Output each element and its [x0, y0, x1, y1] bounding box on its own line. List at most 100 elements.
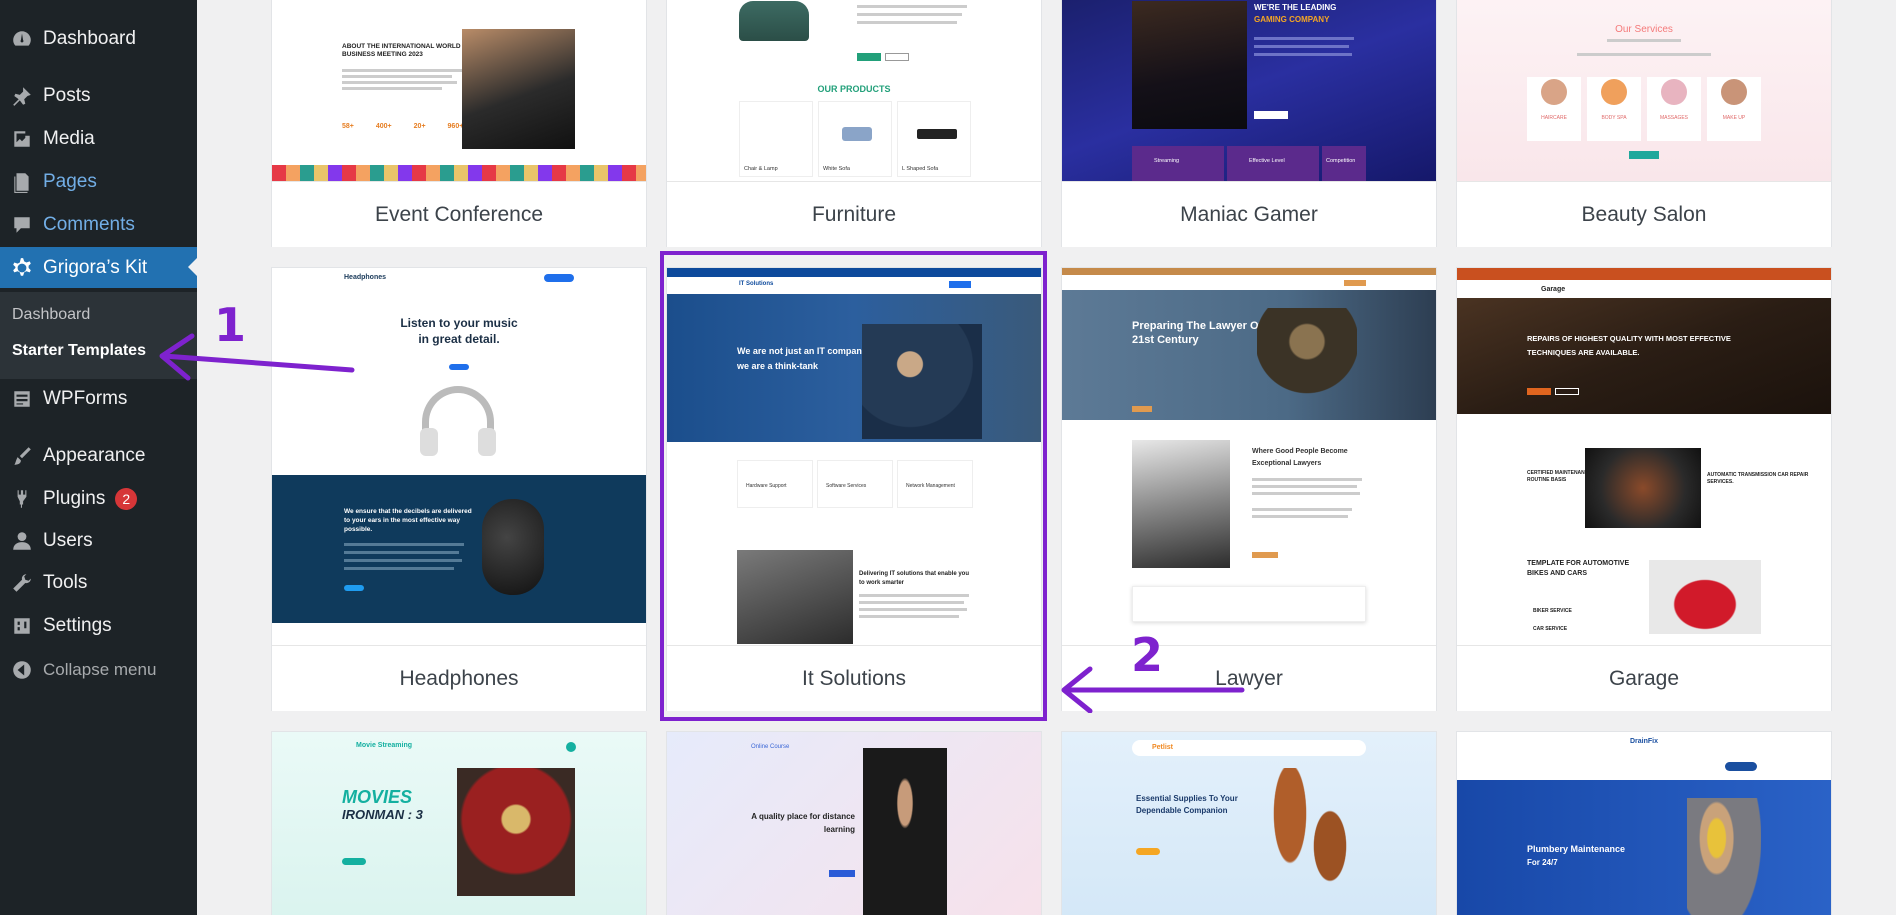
hero-banner: Plumbery Maintenance For 24/7: [1457, 780, 1831, 915]
preview-heading: Dependable Companion: [1136, 806, 1228, 815]
menu-plugins[interactable]: Plugins 2: [0, 479, 197, 519]
pages-icon: [9, 171, 35, 193]
car-photo: [1649, 560, 1761, 634]
template-preview: Movie Streaming MOVIES IRONMAN : 3: [272, 732, 646, 915]
student-photo: [863, 748, 947, 915]
template-preview: DrainFix Plumbery Maintenance For 24/7: [1457, 732, 1831, 915]
submenu-dashboard[interactable]: Dashboard: [12, 306, 90, 324]
menu-grigoras-kit[interactable]: Grigora’s Kit: [0, 247, 197, 288]
preview-heading: GAMING COMPANY: [1254, 15, 1330, 24]
service-title: AUTOMATIC TRANSMISSION CAR REPAIR SERVIC…: [1707, 472, 1809, 485]
selection-highlight: [660, 251, 1047, 721]
template-preview: Petlist Essential Supplies To Your Depen…: [1062, 732, 1436, 915]
headphones-image: [482, 499, 544, 595]
template-title: Furniture: [667, 181, 1041, 247]
product-card: Chair & Lamp: [739, 101, 813, 177]
menu-label: Dashboard: [43, 28, 136, 49]
preview-brand: Garage: [1541, 286, 1566, 293]
template-title: Headphones: [272, 645, 646, 711]
preview-heading: ABOUT THE INTERNATIONAL WORLD IT BUSINES…: [342, 43, 469, 58]
collapse-icon: [9, 659, 35, 681]
template-preview: Headphones Listen to your music in great…: [272, 268, 646, 644]
sofa-image: [739, 1, 809, 41]
preview-brand: Headphones: [344, 274, 387, 281]
menu-settings[interactable]: Settings: [0, 606, 197, 646]
menu-label: Comments: [43, 214, 135, 235]
preview-brand: Petlist: [1152, 744, 1174, 751]
feature-card: Effective Level: [1227, 146, 1319, 181]
media-icon: [9, 128, 35, 150]
preview-heading: 21st Century: [1132, 334, 1199, 346]
preview-heading: Essential Supplies To Your: [1136, 794, 1238, 803]
menu-comments[interactable]: Comments: [0, 205, 197, 245]
comment-icon: [9, 214, 35, 236]
menu-wpforms[interactable]: WPForms: [0, 379, 197, 419]
feature-card: Streaming: [1132, 146, 1224, 181]
menu-appearance[interactable]: Appearance: [0, 436, 197, 476]
feature-band: We ensure that the decibels are delivere…: [272, 475, 646, 623]
preview-heading: Exceptional Lawyers: [1252, 460, 1322, 467]
preview-stat: 400+: [375, 123, 392, 130]
template-card-beauty-salon[interactable]: Our Services HAIRCARE BODY SPA MASSAGES …: [1456, 0, 1832, 247]
update-count-badge: 2: [115, 488, 138, 510]
template-card-lawyer[interactable]: Preparing The Lawyer Of 21st Century Whe…: [1061, 267, 1437, 711]
menu-label: Collapse menu: [43, 660, 157, 679]
menu-media[interactable]: Media: [0, 119, 197, 159]
template-card-maniac-gamer[interactable]: WE'RE THE LEADING GAMING COMPANY Streami…: [1061, 0, 1437, 247]
template-card-furniture[interactable]: OUR PRODUCTS Chair & Lamp White Sofa L S…: [666, 0, 1042, 247]
template-card-petlist[interactable]: Petlist Essential Supplies To Your Depen…: [1061, 731, 1437, 915]
annotation-arrow-2: [1061, 666, 1245, 713]
menu-posts[interactable]: Posts: [0, 76, 197, 116]
preview-text: We ensure that the decibels are delivere…: [344, 508, 472, 533]
preview-heading: TEMPLATE FOR AUTOMOTIVE: [1527, 560, 1630, 567]
menu-label: Tools: [43, 572, 88, 593]
dog-photo: [1302, 806, 1358, 906]
product-card: L Shaped Sofa: [897, 101, 971, 177]
preview-brand: Online Course: [751, 744, 790, 750]
preview-heading: A quality place for distance: [751, 812, 855, 821]
feature-card: Competition: [1322, 146, 1366, 181]
menu-label: Pages: [43, 171, 97, 192]
template-title: Maniac Gamer: [1062, 181, 1436, 247]
menu-label: Plugins: [43, 488, 106, 509]
gear-icon: [9, 257, 35, 279]
preview-heading: OUR PRODUCTS: [817, 84, 891, 94]
template-preview: OUR PRODUCTS Chair & Lamp White Sofa L S…: [667, 0, 1041, 181]
starter-templates-grid: ABOUT THE INTERNATIONAL WORLD IT BUSINES…: [197, 0, 1896, 915]
template-card-movie-streaming[interactable]: Movie Streaming MOVIES IRONMAN : 3: [271, 731, 647, 915]
admin-sidebar: Dashboard Posts Media Pages Comments Gri…: [0, 0, 197, 915]
template-card-event-conference[interactable]: ABOUT THE INTERNATIONAL WORLD IT BUSINES…: [271, 0, 647, 247]
ironman-poster: [457, 768, 575, 896]
menu-label: Settings: [43, 615, 112, 636]
submenu-starter-templates[interactable]: Starter Templates: [12, 342, 146, 360]
template-title: Event Conference: [272, 181, 646, 247]
menu-label: Media: [43, 128, 95, 149]
template-card-garage[interactable]: Garage REPAIRS OF HIGHEST QUALITY WITH M…: [1456, 267, 1832, 711]
brush-icon: [9, 445, 35, 467]
menu-dashboard[interactable]: Dashboard: [0, 19, 197, 59]
lawyer-photo: [1132, 440, 1230, 568]
template-preview: Online Course A quality place for distan…: [667, 732, 1041, 915]
preview-heading: Plumbery Maintenance: [1527, 844, 1626, 854]
template-card-online-course[interactable]: Online Course A quality place for distan…: [666, 731, 1042, 915]
menu-tools[interactable]: Tools: [0, 563, 197, 603]
template-card-drainfix[interactable]: DrainFix Plumbery Maintenance For 24/7: [1456, 731, 1832, 915]
preview-heading: Listen to your music: [400, 316, 518, 330]
preview-heading: BIKES AND CARS: [1527, 570, 1588, 577]
menu-label: Users: [43, 530, 93, 551]
preview-heading: MOVIES: [342, 787, 413, 807]
template-title: Garage: [1457, 645, 1831, 711]
features-strip: [1132, 586, 1366, 622]
preview-heading: learning: [823, 825, 855, 834]
template-preview: ABOUT THE INTERNATIONAL WORLD IT BUSINES…: [272, 0, 646, 181]
engine-photo: [1585, 448, 1701, 528]
menu-pages[interactable]: Pages: [0, 162, 197, 202]
template-preview: Garage REPAIRS OF HIGHEST QUALITY WITH M…: [1457, 268, 1831, 644]
menu-label: Grigora’s Kit: [43, 256, 148, 278]
menu-collapse[interactable]: Collapse menu: [0, 650, 197, 690]
plug-icon: [9, 488, 35, 510]
menu-users[interactable]: Users: [0, 521, 197, 561]
menu-label: WPForms: [43, 388, 128, 409]
preview-heading: Where Good People Become: [1252, 448, 1348, 455]
wrench-icon: [9, 572, 35, 594]
